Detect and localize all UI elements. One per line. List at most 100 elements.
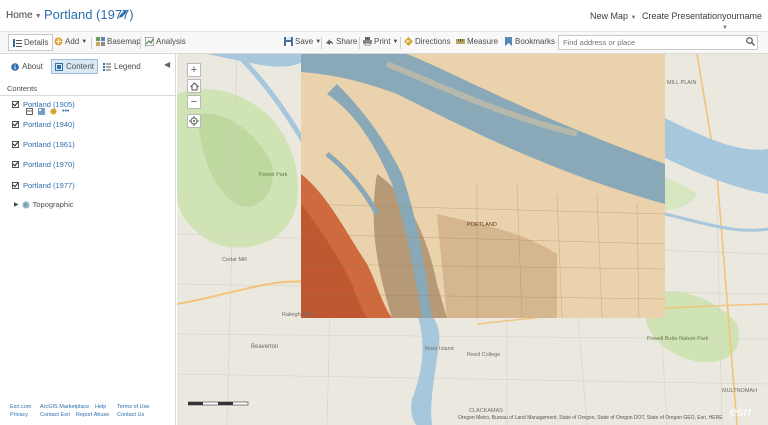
chevron-down-icon: ▼: [392, 38, 399, 45]
new-map-label[interactable]: New Map: [590, 11, 628, 21]
details-button[interactable]: Details: [8, 34, 54, 51]
locate-button[interactable]: [187, 114, 201, 128]
expand-arrow-icon[interactable]: ▶: [14, 201, 19, 208]
bookmarks-icon: [505, 37, 512, 46]
toolbar-divider: [321, 37, 322, 49]
analysis-icon: [145, 37, 154, 46]
basemap-layer-item[interactable]: ▶ Topographic: [14, 200, 74, 209]
tab-content[interactable]: Content: [51, 59, 99, 74]
footer-link[interactable]: Contact Us: [117, 412, 144, 418]
map-label: Ross Island: [425, 346, 454, 352]
toolbar-divider: [359, 37, 360, 49]
home-icon: [189, 81, 199, 90]
save-icon: [284, 37, 293, 46]
tab-about-label: About: [22, 62, 43, 71]
layer-item[interactable]: Portland (1970): [12, 160, 75, 169]
home-label[interactable]: Home: [6, 10, 33, 21]
chevron-down-icon: ▼: [630, 15, 637, 21]
contents-heading: Contents: [7, 84, 38, 93]
analysis-label: Analysis: [156, 37, 186, 46]
layer-checkbox[interactable]: [12, 161, 19, 168]
basemap-topographic: [177, 54, 768, 425]
bookmarks-label: Bookmarks: [515, 37, 556, 46]
footer-link[interactable]: Report Abuse: [76, 412, 109, 418]
map-label: Raleigh Hills: [282, 312, 313, 318]
tab-legend-label: Legend: [114, 62, 141, 71]
print-button[interactable]: Print ▼: [363, 37, 398, 46]
layer-checkbox[interactable]: [12, 101, 19, 108]
scale-bar: [188, 401, 249, 406]
footer-link[interactable]: ArcGIS Marketplace: [40, 404, 89, 410]
layer-label[interactable]: Portland (1961): [23, 140, 75, 149]
footer-link[interactable]: Privacy: [10, 412, 28, 418]
chevron-down-icon: ▼: [81, 38, 88, 45]
more-options-icon[interactable]: •••: [62, 108, 69, 115]
map-label: Reed College: [467, 352, 501, 358]
print-icon: [363, 37, 372, 46]
share-button[interactable]: Share: [325, 37, 357, 46]
add-button[interactable]: Add ▼: [54, 37, 87, 46]
collapse-panel-icon[interactable]: ◀: [164, 60, 170, 69]
layer-label[interactable]: Portland (1977): [23, 181, 75, 190]
layer-checkbox[interactable]: [12, 121, 19, 128]
bookmarks-button[interactable]: Bookmarks: [504, 37, 555, 46]
map-label: Forest Park: [259, 172, 288, 178]
filter-icon[interactable]: [50, 108, 57, 115]
chevron-down-icon: ▼: [34, 13, 42, 20]
user-menu[interactable]: yourname ▼: [722, 11, 768, 31]
tab-content-label: Content: [66, 62, 95, 71]
legend-icon: [103, 62, 111, 71]
map-view[interactable]: Beaverton Raleigh Hills Cedar Mill Fores…: [177, 54, 768, 425]
toolbar-divider: [140, 37, 141, 49]
map-label: MILL PLAIN: [667, 80, 697, 86]
search-input[interactable]: [558, 35, 758, 50]
chevron-down-icon: ▼: [722, 25, 728, 31]
table-icon[interactable]: [26, 108, 33, 115]
save-button[interactable]: Save ▼: [284, 37, 321, 46]
layer-item[interactable]: Portland (1961): [12, 140, 75, 149]
toolbar-divider: [91, 37, 92, 49]
search-icon[interactable]: [746, 37, 755, 46]
analysis-button[interactable]: Analysis: [145, 37, 186, 46]
print-label: Print: [374, 37, 391, 46]
tab-about[interactable]: About: [8, 59, 46, 74]
home-menu[interactable]: Home ▼: [6, 10, 42, 21]
layer-label[interactable]: Portland (1940): [23, 120, 75, 129]
layer-checkbox[interactable]: [12, 182, 19, 189]
tab-legend[interactable]: Legend: [100, 59, 144, 74]
details-label: Details: [24, 38, 49, 47]
details-panel: About Content Legend ◀ Contents Portland…: [0, 54, 176, 425]
layer-checkbox[interactable]: [12, 141, 19, 148]
new-map-menu[interactable]: New Map ▼: [590, 11, 636, 21]
home-extent-button[interactable]: [187, 79, 201, 93]
layer-item[interactable]: Portland (1940): [12, 120, 75, 129]
layer-item[interactable]: Portland (1977): [12, 181, 75, 190]
info-icon: [11, 62, 19, 71]
layer-label[interactable]: Portland (1970): [23, 160, 75, 169]
save-label: Save: [295, 37, 314, 46]
edit-pencil-icon[interactable]: [118, 9, 128, 19]
footer-link[interactable]: Esri.com: [10, 404, 31, 410]
directions-button[interactable]: Directions: [404, 37, 451, 46]
footer-link[interactable]: Terms of Use: [117, 404, 149, 410]
map-label: MULTNOMAH: [722, 388, 758, 394]
measure-label: Measure: [467, 37, 499, 46]
basemap-globe-icon: [22, 200, 30, 209]
create-presentation-link[interactable]: Create Presentation: [642, 11, 722, 21]
change-style-icon[interactable]: [38, 108, 45, 115]
basemap-button[interactable]: Basemap: [96, 37, 141, 46]
toolbar-divider: [400, 37, 401, 49]
footer-link[interactable]: Help: [95, 404, 106, 410]
measure-button[interactable]: Measure: [456, 37, 498, 46]
zoom-in-button[interactable]: +: [187, 63, 201, 77]
esri-logo: esri: [730, 404, 751, 419]
footer-link[interactable]: Contact Esri: [40, 412, 70, 418]
zoom-out-button[interactable]: −: [187, 95, 201, 109]
measure-icon: [456, 39, 465, 44]
map-label: Powell Butte Nature Park: [647, 336, 709, 342]
map-label: Beaverton: [251, 344, 279, 350]
add-icon: [54, 37, 63, 46]
directions-icon: [404, 37, 413, 46]
username[interactable]: yourname: [722, 11, 762, 21]
map-label: PORTLAND: [467, 222, 497, 228]
